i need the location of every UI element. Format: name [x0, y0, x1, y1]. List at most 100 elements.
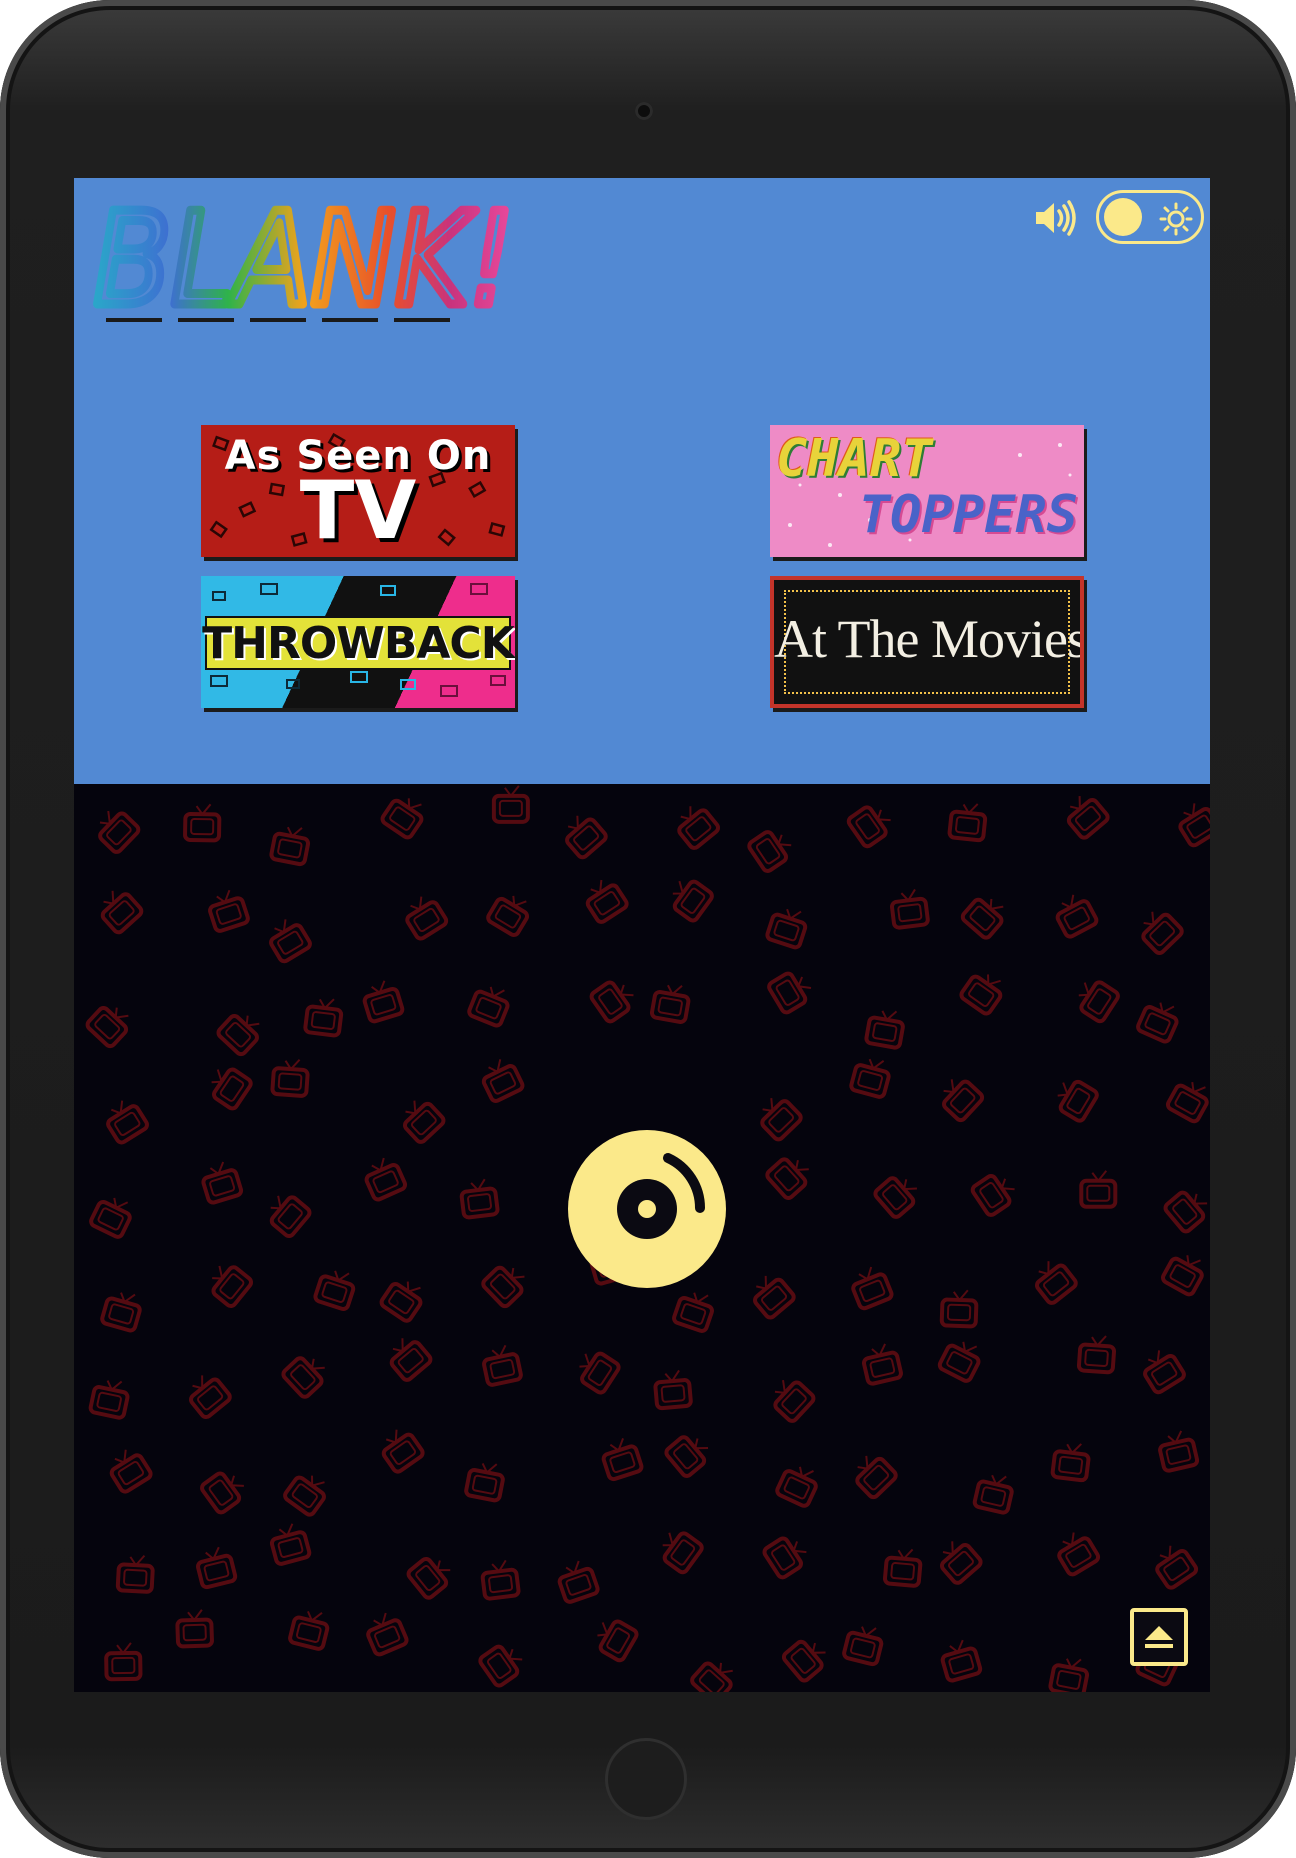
tv-pattern-icon: [672, 1292, 714, 1333]
tv-pattern-icon: [85, 1006, 129, 1049]
tv-pattern-icon: [200, 1471, 244, 1515]
tv-pattern-icon: [109, 1449, 153, 1494]
tv-pattern-icon: [1079, 1170, 1118, 1209]
tv-pattern-icon: [939, 1541, 983, 1585]
tv-pattern-icon: [283, 1475, 326, 1517]
chart-title-line1: CHART: [776, 429, 933, 489]
front-camera: [635, 102, 653, 120]
tv-pattern-icon: [970, 1174, 1015, 1217]
tv-pattern-icon: [842, 1626, 884, 1667]
tv-pattern-icon: [406, 1556, 451, 1600]
tv-pattern-icon: [1055, 894, 1099, 939]
sun-icon: [1159, 202, 1193, 236]
tv-pattern-icon: [753, 1275, 796, 1320]
tv-pattern-icon: [664, 1435, 709, 1478]
tv-pattern-icon: [480, 1559, 521, 1601]
category-at-the-movies[interactable]: At The Movies: [770, 576, 1084, 708]
tv-pattern-icon: [106, 1100, 149, 1145]
tv-pattern-icon: [481, 1059, 525, 1103]
tv-pattern-icon: [1066, 796, 1110, 840]
tv-title-line2: TV: [299, 464, 417, 557]
logo-text: BLANK!: [94, 192, 514, 322]
tv-pattern-icon: [597, 1619, 639, 1663]
tv-pattern-icon: [846, 805, 891, 849]
toggle-knob: [1104, 198, 1142, 236]
collapse-panel-button[interactable]: [1130, 1608, 1188, 1666]
tv-pattern-icon: [1136, 1002, 1179, 1044]
home-button[interactable]: [605, 1738, 687, 1820]
tv-pattern-icon: [270, 1058, 310, 1098]
tv-pattern-icon: [773, 1380, 816, 1423]
chart-title-line2: TOPPERS: [858, 485, 1078, 545]
tv-pattern-icon: [201, 1161, 244, 1205]
tv-pattern-icon: [849, 1058, 891, 1099]
tv-pattern-icon: [189, 1375, 232, 1420]
tv-pattern-icon: [104, 1642, 143, 1682]
tv-pattern-icon: [1076, 1335, 1117, 1375]
tv-pattern-icon: [303, 998, 344, 1038]
tv-pattern-icon: [1057, 1532, 1101, 1577]
tv-pattern-icon: [467, 986, 510, 1028]
tv-pattern-icon: [672, 879, 714, 923]
tv-pattern-icon: [649, 984, 691, 1024]
tv-pattern-icon: [100, 1292, 142, 1333]
tv-pattern-icon: [288, 1610, 330, 1651]
tv-pattern-icon: [1163, 1190, 1208, 1234]
tablet-frame: BLANK! As Seen On TV CHART TOPPERS THROW…: [0, 0, 1296, 1858]
tv-pattern-icon: [1048, 1658, 1090, 1692]
tv-pattern-icon: [366, 1612, 409, 1657]
tv-pattern-icon: [482, 1344, 523, 1387]
tv-pattern-icon: [381, 1429, 425, 1474]
app-logo: BLANK!: [92, 192, 519, 322]
tv-pattern-icon: [402, 1100, 446, 1144]
tv-pattern-icon: [747, 830, 792, 873]
tv-pattern-icon: [183, 803, 222, 843]
category-chart-toppers[interactable]: CHART TOPPERS: [770, 425, 1084, 557]
tv-pattern-icon: [216, 1014, 260, 1057]
tv-pattern-icon: [889, 888, 930, 930]
tv-pattern-icon: [781, 1639, 826, 1683]
tv-pattern-icon: [767, 971, 812, 1015]
tv-pattern-icon: [211, 1067, 253, 1111]
tv-pattern-icon: [653, 1369, 693, 1411]
tv-pattern-icon: [947, 803, 988, 843]
tv-pattern-icon: [972, 1474, 1014, 1515]
tv-pattern-icon: [765, 908, 808, 950]
tv-pattern-icon: [208, 889, 250, 933]
tv-pattern-icon: [269, 826, 311, 867]
tv-pattern-icon: [765, 1157, 809, 1200]
tv-pattern-icon: [380, 798, 424, 840]
category-as-seen-on-tv[interactable]: As Seen On TV: [201, 425, 515, 557]
tv-pattern-icon: [464, 1462, 505, 1503]
tv-pattern-icon: [89, 1197, 132, 1239]
tv-pattern-icon: [851, 1266, 894, 1311]
tv-pattern-icon: [579, 1351, 621, 1395]
tv-pattern-icon: [762, 1536, 807, 1580]
tv-pattern-icon: [1050, 1443, 1091, 1483]
tv-pattern-icon: [211, 1265, 254, 1309]
tv-pattern-icon: [115, 1554, 155, 1594]
tv-pattern-icon: [88, 1380, 130, 1420]
tv-pattern-icon: [677, 806, 721, 850]
theme-toggle[interactable]: [1096, 190, 1204, 244]
vinyl-record-icon[interactable]: [568, 1130, 726, 1288]
tv-pattern-icon: [882, 1548, 923, 1588]
category-panel: BLANK! As Seen On TV CHART TOPPERS THROW…: [74, 178, 1210, 784]
tv-pattern-icon: [662, 1531, 704, 1575]
tv-pattern-icon: [775, 1466, 818, 1508]
speaker-volume-icon[interactable]: [1034, 200, 1078, 236]
app-screen: BLANK! As Seen On TV CHART TOPPERS THROW…: [74, 178, 1210, 1692]
tv-pattern-icon: [690, 1661, 733, 1692]
tv-pattern-icon: [362, 980, 405, 1024]
tv-pattern-icon: [100, 890, 144, 935]
tv-pattern-icon: [281, 1356, 325, 1399]
tv-pattern-icon: [405, 896, 449, 941]
tv-pattern-icon: [1178, 803, 1210, 848]
tv-pattern-icon: [379, 1281, 423, 1323]
tv-pattern-icon: [1165, 1082, 1209, 1124]
tv-pattern-icon: [1143, 1350, 1186, 1395]
tv-pattern-icon: [939, 1289, 979, 1329]
category-throwback[interactable]: THROWBACK: [201, 576, 515, 708]
tv-pattern-icon: [481, 1265, 525, 1309]
tv-pattern-icon: [1158, 1430, 1200, 1473]
